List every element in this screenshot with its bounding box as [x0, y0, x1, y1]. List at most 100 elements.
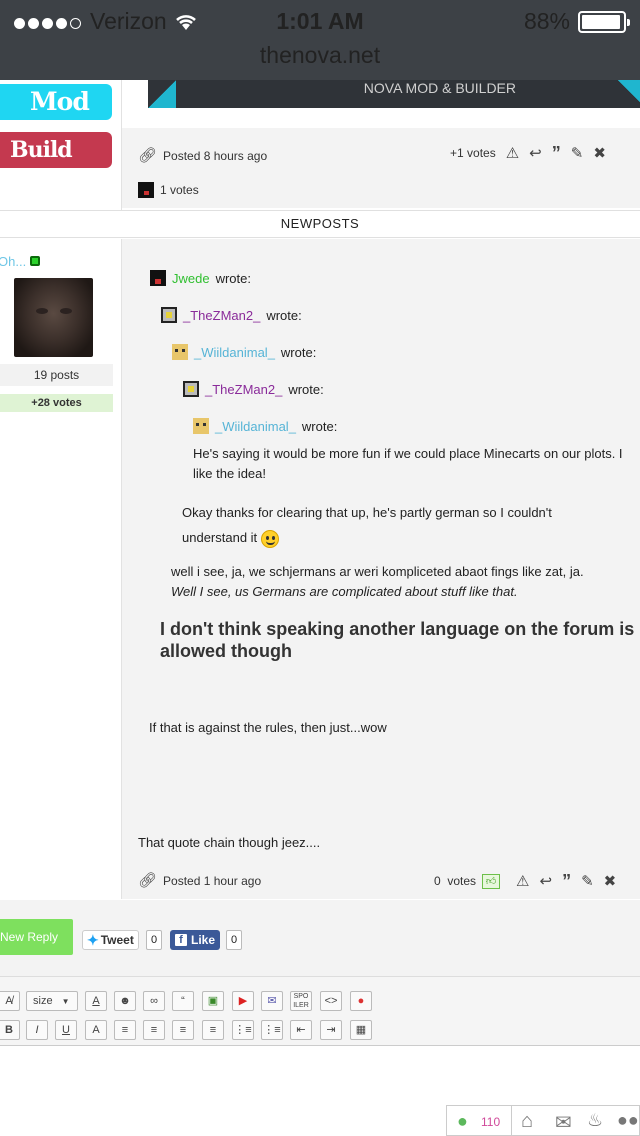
online-count[interactable]: 110 [481, 1115, 500, 1129]
battery: 88% [524, 8, 630, 35]
quote-header: _TheZMan2_ wrote: [161, 307, 302, 323]
quote-text: He's saying it would be more fun if we c… [193, 446, 623, 481]
quote-header: _TheZMan2_ wrote: [183, 381, 324, 397]
post-meta: 🔗︎ Posted 8 hours ago [138, 148, 267, 163]
like-label: Like [191, 933, 216, 947]
vote-controls: 0 votes 👍︎ ⚠ ↩ ” ✎ ✖ [434, 872, 616, 890]
delete-icon[interactable]: ✖ [593, 146, 606, 161]
quote-user[interactable]: _TheZMan2_ [183, 308, 260, 323]
user-avatar[interactable] [150, 270, 166, 286]
wrote-label: wrote: [266, 307, 302, 323]
battery-icon [578, 10, 630, 33]
attach-icon[interactable]: ✉ [261, 991, 283, 1011]
align-center-icon[interactable]: ≡ [143, 1020, 165, 1040]
user-avatar[interactable] [172, 344, 188, 360]
table-icon[interactable]: ▦ [350, 1020, 372, 1040]
user-avatar[interactable] [161, 307, 177, 323]
font-color-icon[interactable]: A [85, 991, 107, 1011]
remove-format-icon[interactable]: A̸ [0, 991, 20, 1011]
twitter-icon: ✦ [87, 931, 99, 948]
banner-accent-right [612, 80, 640, 108]
delete-icon[interactable]: ✖ [604, 874, 617, 889]
reply-icon[interactable]: ↩ [540, 874, 553, 889]
reply-icon[interactable]: ↩ [529, 146, 542, 161]
underline-icon[interactable]: U [55, 1020, 77, 1040]
align-left-icon[interactable]: ≡ [114, 1020, 136, 1040]
votes-label: votes [467, 146, 496, 160]
quote-reply-text: well i see, ja, we schjermans ar weri ko… [171, 564, 584, 579]
alert-icon[interactable]: ● [350, 991, 372, 1011]
quote-icon[interactable]: ” [552, 144, 561, 162]
code-icon[interactable]: <> [320, 991, 342, 1011]
thumbs-up-icon[interactable]: 👍︎ [482, 873, 501, 889]
bullet-list-icon[interactable]: ⋮≡ [232, 1020, 254, 1040]
author-name[interactable]: Oh... [0, 254, 26, 269]
new-posts-header: NEWPOSTS [0, 210, 640, 238]
spoiler-icon[interactable]: SPO ILER [290, 991, 312, 1011]
highlight-icon[interactable]: A [85, 1020, 107, 1040]
footer-bar: ● 110 ⌂ ✉ ♨ ●● [446, 1105, 640, 1136]
banner: NOVA MOD & BUILDER [148, 80, 640, 108]
quote-user[interactable]: _Wiildanimal_ [194, 345, 275, 360]
vote-count: 0 [434, 874, 441, 888]
bold-icon[interactable]: B [0, 1020, 20, 1040]
wrote-label: wrote: [301, 418, 338, 434]
quote-user[interactable]: Jwede [172, 271, 210, 286]
quote-user[interactable]: _TheZMan2_ [205, 382, 282, 397]
wrote-label: wrote: [215, 270, 251, 286]
link-icon[interactable]: 🔗︎ [138, 873, 157, 888]
link-icon[interactable]: 🔗︎ [138, 148, 157, 163]
image-icon[interactable]: ▣ [202, 991, 224, 1011]
quote-text: Okay thanks for clearing that up, he's p… [182, 500, 602, 550]
like-count: 0 [226, 930, 243, 950]
build-manager-button[interactable]: Build Mgr. [0, 132, 112, 199]
mail-icon[interactable]: ✉ [555, 1110, 572, 1135]
tweet-button[interactable]: ✦ Tweet [82, 930, 139, 950]
font-size-label: size [33, 995, 53, 1007]
footer-divider [511, 1106, 512, 1136]
link-icon[interactable]: ∞ [143, 991, 165, 1011]
outdent-icon[interactable]: ⇤ [290, 1020, 312, 1040]
quote-icon[interactable]: ” [562, 872, 571, 890]
vote-count: +1 [450, 146, 464, 160]
user-avatar[interactable] [193, 418, 209, 434]
quote-user[interactable]: _Wiildanimal_ [215, 419, 296, 434]
font-size-select[interactable]: size ▼ [26, 991, 78, 1011]
italic-icon[interactable]: I [26, 1020, 48, 1040]
smiley-icon [260, 529, 279, 548]
avatar[interactable] [14, 278, 93, 357]
new-reply-button[interactable]: New Reply [0, 919, 73, 955]
quote-reply-text: Okay thanks for clearing that up, he's p… [182, 505, 552, 545]
post-meta: 🔗︎ Posted 1 hour ago [138, 873, 261, 888]
edit-icon[interactable]: ✎ [581, 874, 594, 889]
banner-text: NOVA MOD & BUILDER [363, 80, 516, 96]
bell-icon[interactable]: ♨ [587, 1110, 603, 1131]
users-icon[interactable]: ●● [617, 1110, 639, 1131]
post-count: 19 posts [0, 364, 113, 386]
posted-time: Posted 1 hour ago [163, 873, 262, 888]
vote-controls: +1 votes ⚠ ↩ ” ✎ ✖ [450, 144, 606, 162]
user-avatar[interactable] [183, 381, 199, 397]
facebook-icon: f [175, 934, 187, 946]
justify-icon[interactable]: ≡ [202, 1020, 224, 1040]
indent-icon[interactable]: ⇥ [320, 1020, 342, 1040]
mod-button[interactable]: Mod [0, 84, 112, 120]
edit-icon[interactable]: ✎ [571, 146, 584, 161]
wrote-label: wrote: [288, 381, 324, 397]
quote-text: If that is against the rules, then just.… [149, 720, 387, 735]
numbered-list-icon[interactable]: ⋮≡ [261, 1020, 283, 1040]
voter-avatar[interactable] [138, 182, 154, 198]
quote-icon[interactable]: “ [172, 991, 194, 1011]
post-message: That quote chain though jeez.... [138, 835, 321, 850]
author-votes: +28 votes [0, 394, 113, 412]
video-icon[interactable]: ▶ [232, 991, 254, 1011]
home-icon[interactable]: ⌂ [521, 1110, 533, 1133]
like-button[interactable]: f Like [170, 930, 221, 950]
url-bar[interactable]: thenova.net [0, 42, 640, 69]
smiley-icon[interactable]: ☻ [114, 991, 136, 1011]
align-right-icon[interactable]: ≡ [172, 1020, 194, 1040]
warning-icon[interactable]: ⚠ [506, 146, 519, 161]
quote-header: _Wiildanimal_ wrote: [193, 418, 337, 434]
wrote-label: wrote: [280, 344, 317, 360]
warning-icon[interactable]: ⚠ [516, 874, 529, 889]
